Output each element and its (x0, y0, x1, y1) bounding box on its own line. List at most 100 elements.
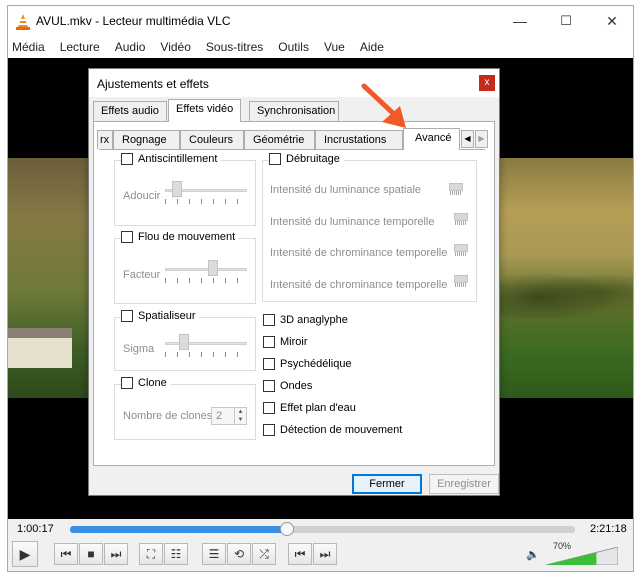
psychedelique-checkbox[interactable]: Psychédélique (263, 358, 352, 370)
debruitage-label: Débruitage (286, 153, 340, 165)
tab-rx[interactable]: rx (97, 130, 113, 149)
house-image (8, 328, 72, 368)
speaker-icon[interactable]: 🔈 (526, 548, 540, 561)
elapsed-time: 1:00:17 (17, 523, 54, 535)
playlist-icon[interactable]: ☰ (202, 543, 226, 565)
facteur-label: Facteur (123, 269, 161, 281)
adoucir-slider[interactable] (165, 181, 247, 204)
luminance-temporelle-slider[interactable] (451, 205, 475, 229)
sigma-slider-handle[interactable] (179, 334, 189, 350)
sigma-label: Sigma (123, 343, 155, 355)
dialog-close-button[interactable]: x (479, 75, 495, 91)
timeline-bar: 1:00:17 2:21:18 (8, 519, 633, 539)
luminance-spatiale-slider[interactable] (446, 175, 470, 199)
facteur-slider[interactable] (165, 260, 247, 283)
clone-checkbox[interactable] (121, 377, 133, 389)
antiscintillement-checkbox[interactable] (121, 153, 133, 165)
luminance-temporelle-label: Intensité du luminance temporelle (270, 216, 435, 228)
seek-progress (70, 526, 287, 533)
fullscreen-icon[interactable]: ⛶ (139, 543, 163, 565)
chrominance-temporelle-slider[interactable] (451, 236, 475, 260)
menu-audio[interactable]: Audio (115, 40, 146, 54)
effet-plan-eau-checkbox[interactable]: Effet plan d'eau (263, 402, 356, 414)
menu-sous-titres[interactable]: Sous-titres (206, 40, 263, 54)
chrominance-temporelle-2-slider[interactable] (451, 267, 475, 291)
dialog-title-bar: Ajustements et effets x (89, 69, 499, 97)
tab-geometrie[interactable]: Géométrie (244, 130, 315, 149)
chrominance-temporelle-label: Intensité de chrominance temporelle (270, 247, 448, 259)
total-time: 2:21:18 (590, 523, 627, 535)
annotation-arrow-icon (361, 83, 406, 128)
detection-mouvement-checkbox[interactable]: Détection de mouvement (263, 424, 402, 436)
menu-lecture[interactable]: Lecture (60, 40, 100, 54)
tab-couleurs[interactable]: Couleurs (180, 130, 244, 149)
miroir-checkbox[interactable]: Miroir (263, 336, 308, 348)
spin-arrows-icon[interactable]: ▲ ▼ (234, 408, 246, 424)
next-icon[interactable]: ⏭ (104, 543, 128, 565)
maximize-button[interactable]: ☐ (543, 6, 589, 36)
tab-scroll-left-icon[interactable]: ◀ (461, 130, 474, 148)
stop-icon[interactable]: ■ (79, 543, 103, 565)
control-bar: ▶ ⏮ ■ ⏭ ⛶ ☷ ☰ ⟲ ⤮ ⏮ ⏭ 🔈 70% (8, 539, 633, 571)
effects-dialog: Ajustements et effets x Effets audio Eff… (88, 68, 500, 496)
tab-effets-audio[interactable]: Effets audio (93, 101, 167, 121)
tab-synchronisation[interactable]: Synchronisation (249, 101, 339, 121)
ondes-checkbox[interactable]: Ondes (263, 380, 312, 392)
menu-media[interactable]: Média (12, 40, 45, 54)
video-frame-right (500, 158, 633, 398)
tab-scroll-right-icon[interactable]: ▶ (475, 130, 488, 148)
clone-group: Clone Nombre de clones 2 ▲ ▼ (114, 377, 256, 440)
seek-handle[interactable] (280, 522, 294, 536)
sigma-slider[interactable] (165, 334, 247, 357)
clones-spinbox[interactable]: 2 ▲ ▼ (211, 407, 247, 425)
enregistrer-button[interactable]: Enregistrer (429, 474, 499, 494)
facteur-slider-handle[interactable] (208, 260, 218, 276)
menu-video[interactable]: Vidéo (160, 40, 190, 54)
antiscintillement-label: Antiscintillement (138, 153, 218, 165)
anaglyphe-checkbox[interactable]: 3D anaglyphe (263, 314, 348, 326)
tab-effets-video[interactable]: Effets vidéo (168, 99, 242, 122)
previous-icon[interactable]: ⏮ (54, 543, 78, 565)
tab-avance[interactable]: Avancé (403, 128, 460, 150)
flou-label: Flou de mouvement (138, 231, 236, 243)
luminance-spatiale-label: Intensité du luminance spatiale (270, 184, 422, 196)
debruitage-checkbox[interactable] (269, 153, 281, 165)
frame-previous-icon[interactable]: ⏮ (288, 543, 312, 565)
video-frame-left (8, 158, 94, 398)
title-bar: AVUL.mkv - Lecteur multimédia VLC — ☐ ✕ (8, 6, 633, 36)
dialog-title: Ajustements et effets (97, 77, 209, 91)
shuffle-icon[interactable]: ⤮ (252, 543, 276, 565)
adoucir-label: Adoucir (123, 190, 161, 202)
spatialiseur-label: Spatialiseur (138, 310, 196, 322)
tab-incrustations[interactable]: Incrustations (315, 130, 403, 149)
menu-aide[interactable]: Aide (360, 40, 384, 54)
seek-slider[interactable] (70, 522, 575, 536)
flou-checkbox[interactable] (121, 231, 133, 243)
close-window-button[interactable]: ✕ (589, 6, 635, 36)
play-icon[interactable]: ▶ (12, 541, 38, 567)
spatialiseur-checkbox[interactable] (121, 310, 133, 322)
nombre-clones-label: Nombre de clones (123, 410, 213, 422)
window-title: AVUL.mkv - Lecteur multimédia VLC (36, 14, 231, 28)
vlc-cone-icon (16, 14, 30, 30)
debruitage-group: Débruitage Intensité du luminance spatia… (262, 153, 477, 302)
trees-image (500, 268, 633, 318)
clone-label: Clone (138, 377, 167, 389)
menu-vue[interactable]: Vue (324, 40, 345, 54)
frame-next-icon[interactable]: ⏭ (313, 543, 337, 565)
antiscintillement-group: Antiscintillement Adoucir (114, 153, 256, 226)
loop-icon[interactable]: ⟲ (227, 543, 251, 565)
minimize-button[interactable]: — (497, 6, 543, 36)
menu-outils[interactable]: Outils (278, 40, 309, 54)
video-effects-pane: rx Rognage Couleurs Géométrie Incrustati… (93, 121, 495, 466)
clones-value: 2 (216, 410, 223, 422)
fermer-button[interactable]: Fermer (352, 474, 422, 494)
adoucir-slider-handle[interactable] (172, 181, 182, 197)
volume-slider[interactable] (546, 547, 618, 565)
extended-settings-icon[interactable]: ☷ (164, 543, 188, 565)
menu-bar: Média Lecture Audio Vidéo Sous-titres Ou… (8, 36, 633, 58)
tab-rognage[interactable]: Rognage (113, 130, 180, 149)
chrominance-temporelle-2-label: Intensité de chrominance temporelle (270, 279, 448, 291)
spatialiseur-group: Spatialiseur Sigma (114, 310, 256, 371)
flou-group: Flou de mouvement Facteur (114, 231, 256, 304)
